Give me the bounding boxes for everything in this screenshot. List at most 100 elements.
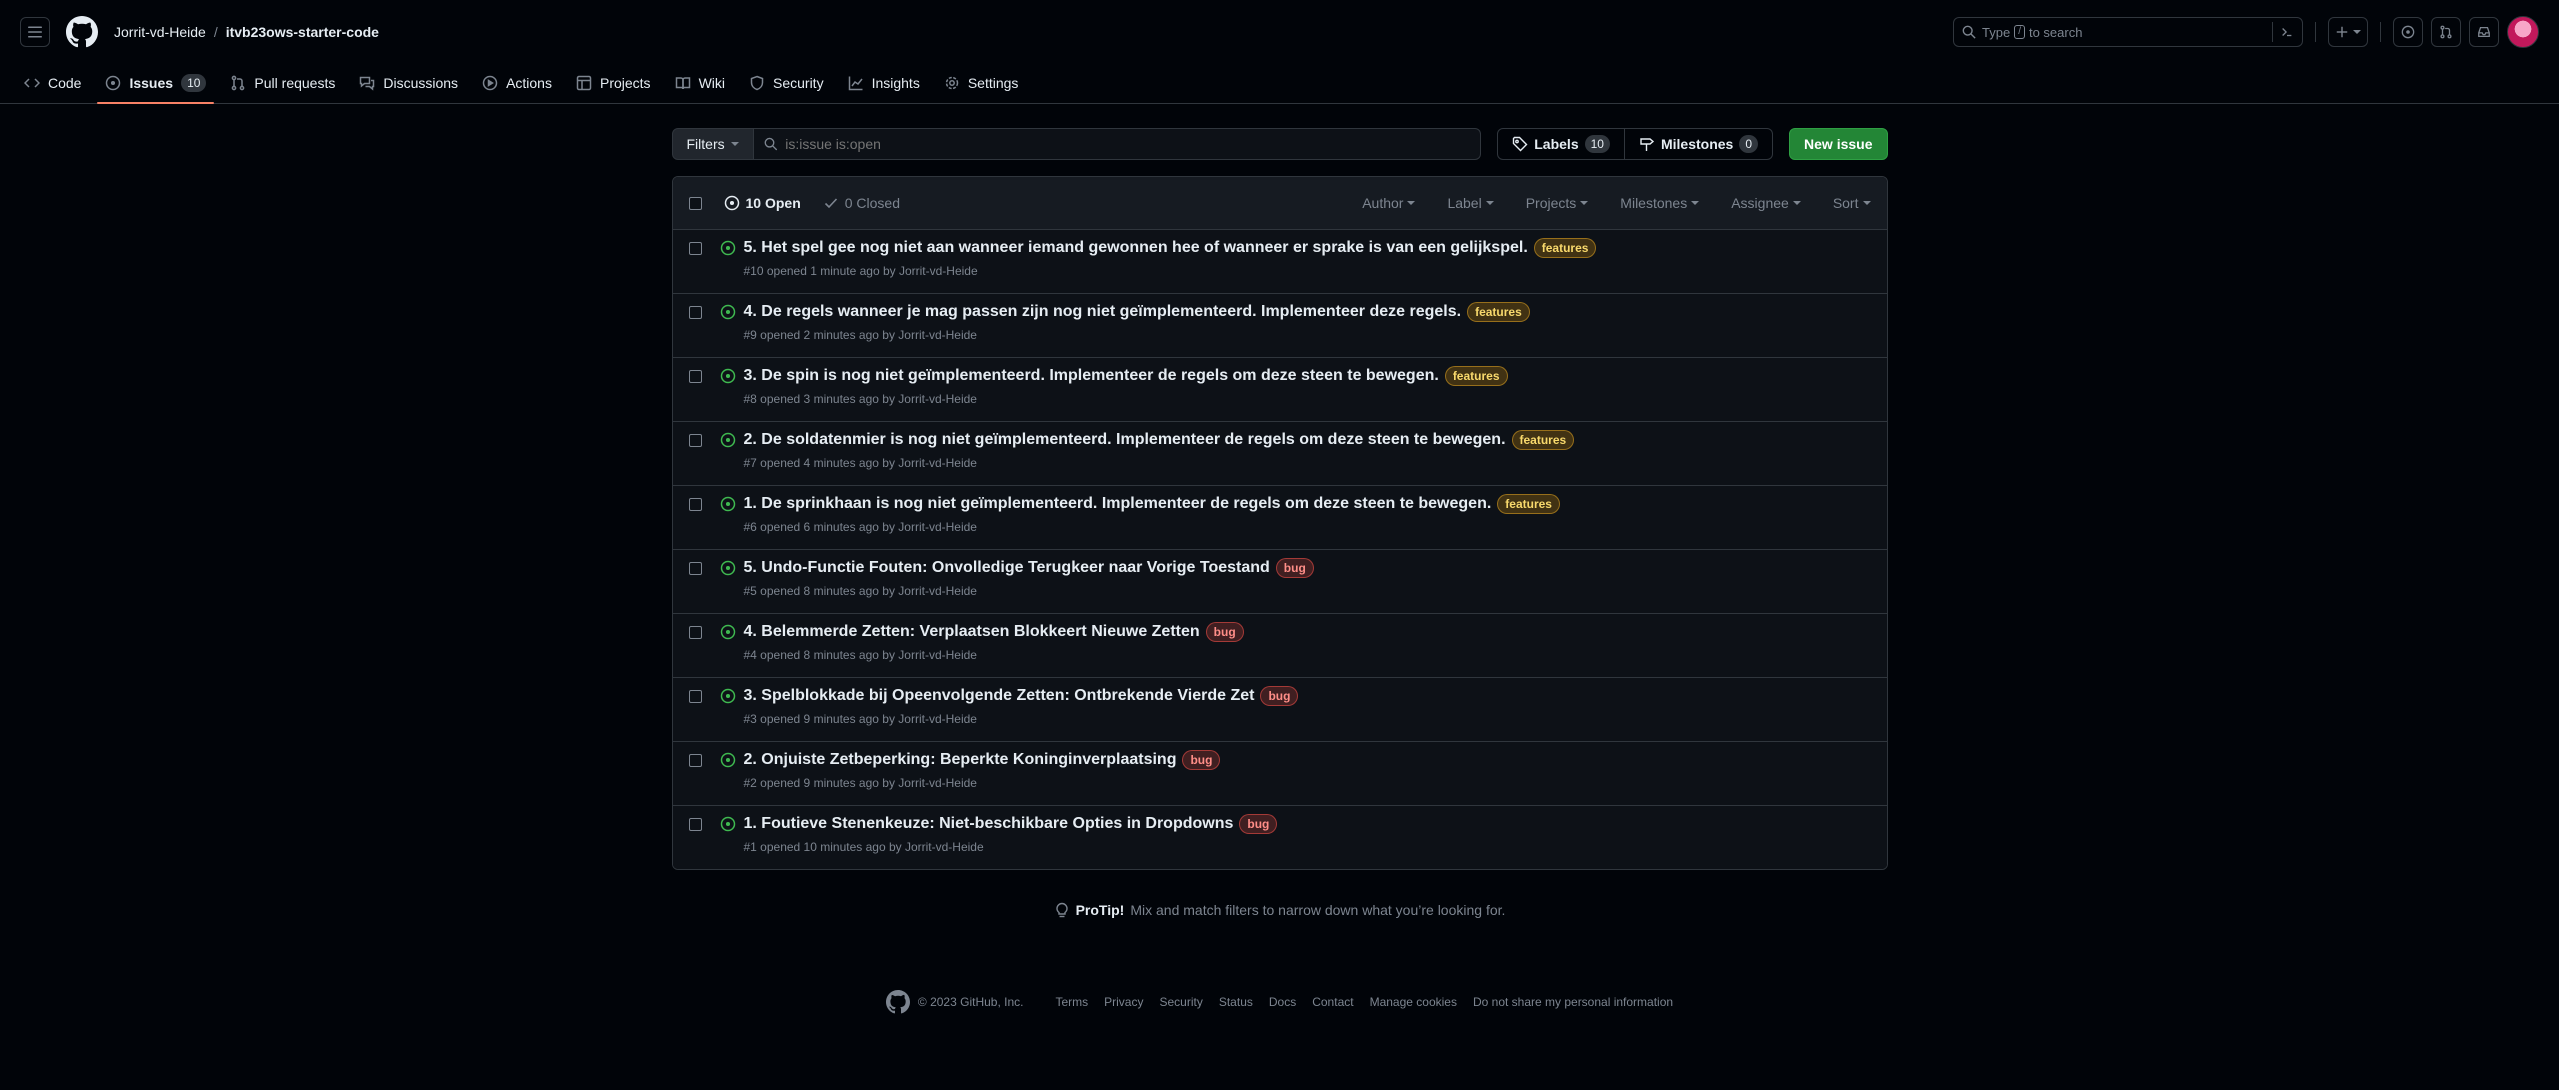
repo-owner-link[interactable]: Jorrit-vd-Heide <box>114 24 206 40</box>
issue-title-link[interactable]: 2. De soldatenmier is nog niet geïmpleme… <box>744 431 1506 449</box>
milestones-filter[interactable]: Milestones <box>1604 195 1715 211</box>
issue-title-link[interactable]: 1. Foutieve Stenenkeuze: Niet-beschikbar… <box>744 815 1234 833</box>
tab-projects[interactable]: Projects <box>568 63 659 103</box>
open-issues-tab[interactable]: 10 Open <box>724 195 801 211</box>
filters-dropdown-button[interactable]: Filters <box>671 128 754 160</box>
issue-checkbox[interactable] <box>688 498 702 511</box>
issue-checkbox[interactable] <box>688 690 702 703</box>
issue-checkbox[interactable] <box>688 562 702 575</box>
issue-label[interactable]: features <box>1497 494 1560 514</box>
labels-button[interactable]: Labels 10 <box>1497 128 1625 160</box>
issue-checkbox[interactable] <box>688 818 702 831</box>
footer-link-status[interactable]: Status <box>1219 995 1253 1009</box>
issue-title-link[interactable]: 1. De sprinkhaan is nog niet geïmplement… <box>744 495 1492 513</box>
issue-checkbox[interactable] <box>688 434 702 447</box>
issue-checkbox[interactable] <box>688 242 702 255</box>
issue-title-link[interactable]: 4. De regels wanneer je mag passen zijn … <box>744 303 1462 321</box>
issue-row[interactable]: 3. Spelblokkade bij Opeenvolgende Zetten… <box>672 678 1887 742</box>
issue-title-link[interactable]: 5. Undo-Functie Fouten: Onvolledige Teru… <box>744 559 1270 577</box>
tab-discussions[interactable]: Discussions <box>351 63 466 103</box>
issue-title-link[interactable]: 4. Belemmerde Zetten: Verplaatsen Blokke… <box>744 623 1200 641</box>
your-issues-button[interactable] <box>2393 17 2423 47</box>
notifications-button[interactable] <box>2469 17 2499 47</box>
filter-label: Author <box>1362 195 1404 211</box>
select-all-checkbox[interactable] <box>688 196 702 210</box>
issue-label[interactable]: bug <box>1239 814 1278 834</box>
issues-search-field[interactable] <box>753 128 1482 160</box>
filters-label: Filters <box>686 136 725 152</box>
user-avatar[interactable] <box>2507 16 2539 48</box>
tab-insights[interactable]: Insights <box>840 63 928 103</box>
code-icon <box>24 78 40 88</box>
issue-checkbox[interactable] <box>688 306 702 319</box>
issue-checkbox[interactable] <box>688 754 702 767</box>
footer-link-do-not-share[interactable]: Do not share my personal information <box>1473 995 1673 1009</box>
tab-code[interactable]: Code <box>16 63 89 103</box>
issue-row[interactable]: 2. De soldatenmier is nog niet geïmpleme… <box>672 422 1887 486</box>
footer-link-security[interactable]: Security <box>1159 995 1202 1009</box>
issue-row[interactable]: 1. De sprinkhaan is nog niet geïmplement… <box>672 486 1887 550</box>
issue-label[interactable]: bug <box>1275 558 1314 578</box>
footer-link-docs[interactable]: Docs <box>1269 995 1296 1009</box>
repo-name-link[interactable]: itvb23ows-starter-code <box>226 24 379 40</box>
footer-link-contact[interactable]: Contact <box>1312 995 1353 1009</box>
issue-opened-icon <box>720 432 735 448</box>
tab-pull-requests[interactable]: Pull requests <box>222 63 343 103</box>
issue-label[interactable]: features <box>1533 238 1597 258</box>
issue-title-link[interactable]: 2. Onjuiste Zetbeperking: Beperkte Konin… <box>744 751 1177 769</box>
issues-search-input[interactable] <box>785 136 1471 152</box>
issue-label[interactable]: features <box>1511 430 1575 450</box>
issue-row[interactable]: 4. De regels wanneer je mag passen zijn … <box>672 294 1887 358</box>
issue-row[interactable]: 2. Onjuiste Zetbeperking: Beperkte Konin… <box>672 742 1887 806</box>
issue-title-link[interactable]: 3. De spin is nog niet geïmplementeerd. … <box>744 367 1439 385</box>
milestones-button[interactable]: Milestones 0 <box>1624 128 1774 160</box>
tab-settings[interactable]: Settings <box>936 63 1027 103</box>
issue-title-link[interactable]: 5. Het spel gee nog niet aan wanneer iem… <box>744 239 1528 257</box>
issue-row[interactable]: 1. Foutieve Stenenkeuze: Niet-beschikbar… <box>672 806 1887 869</box>
create-new-button[interactable] <box>2328 17 2368 47</box>
your-pull-requests-button[interactable] <box>2431 17 2461 47</box>
author-filter[interactable]: Author <box>1346 195 1431 211</box>
issue-label[interactable]: features <box>1444 366 1508 386</box>
label-filter[interactable]: Label <box>1431 195 1509 211</box>
tab-wiki[interactable]: Wiki <box>667 63 733 103</box>
footer-link-terms[interactable]: Terms <box>1055 995 1088 1009</box>
tab-issues[interactable]: Issues 10 <box>97 63 215 104</box>
issue-label[interactable]: bug <box>1182 750 1221 770</box>
issue-row[interactable]: 4. Belemmerde Zetten: Verplaatsen Blokke… <box>672 614 1887 678</box>
sort-filter[interactable]: Sort <box>1817 195 1871 211</box>
book-icon <box>675 77 690 90</box>
issue-checkbox[interactable] <box>688 626 702 639</box>
issue-row[interactable]: 5. Undo-Functie Fouten: Onvolledige Teru… <box>672 550 1887 614</box>
global-search-input[interactable]: Type / to search <box>1953 17 2303 47</box>
tab-label: Wiki <box>698 75 725 91</box>
milestones-label: Milestones <box>1660 136 1734 152</box>
issue-label[interactable]: bug <box>1205 622 1244 642</box>
footer-link-privacy[interactable]: Privacy <box>1104 995 1143 1009</box>
protip-strong: ProTip! <box>1075 902 1125 918</box>
tab-label: Pull requests <box>254 75 336 91</box>
issue-row[interactable]: 5. Het spel gee nog niet aan wanneer iem… <box>672 230 1887 294</box>
issue-label[interactable]: bug <box>1260 686 1299 706</box>
projects-filter[interactable]: Projects <box>1510 195 1605 211</box>
footer-link-manage-cookies[interactable]: Manage cookies <box>1370 995 1457 1009</box>
closed-issues-tab[interactable]: 0 Closed <box>823 195 900 211</box>
issue-title-link[interactable]: 3. Spelblokkade bij Opeenvolgende Zetten… <box>744 687 1255 705</box>
github-mark-icon[interactable] <box>885 990 910 1014</box>
command-palette-button[interactable] <box>2272 22 2294 42</box>
issue-row[interactable]: 3. De spin is nog niet geïmplementeerd. … <box>672 358 1887 422</box>
closed-count-label: 0 Closed <box>844 195 901 211</box>
light-bulb-icon <box>1055 902 1068 918</box>
new-issue-button[interactable]: New issue <box>1789 128 1888 160</box>
assignee-filter[interactable]: Assignee <box>1715 195 1817 211</box>
filter-label: Milestones <box>1620 195 1688 211</box>
tab-actions[interactable]: Actions <box>474 63 560 103</box>
tab-label: Insights <box>871 75 920 91</box>
issue-label[interactable]: features <box>1467 302 1530 322</box>
repo-nav: Code Issues 10 Pull requests Discussions… <box>0 64 2559 104</box>
github-logo-icon[interactable] <box>66 16 98 48</box>
hamburger-menu-button[interactable] <box>20 17 50 47</box>
tab-security[interactable]: Security <box>741 63 832 103</box>
issue-meta: #8 opened 3 minutes ago by Jorrit-vd-Hei… <box>743 392 977 406</box>
issue-checkbox[interactable] <box>688 370 702 383</box>
